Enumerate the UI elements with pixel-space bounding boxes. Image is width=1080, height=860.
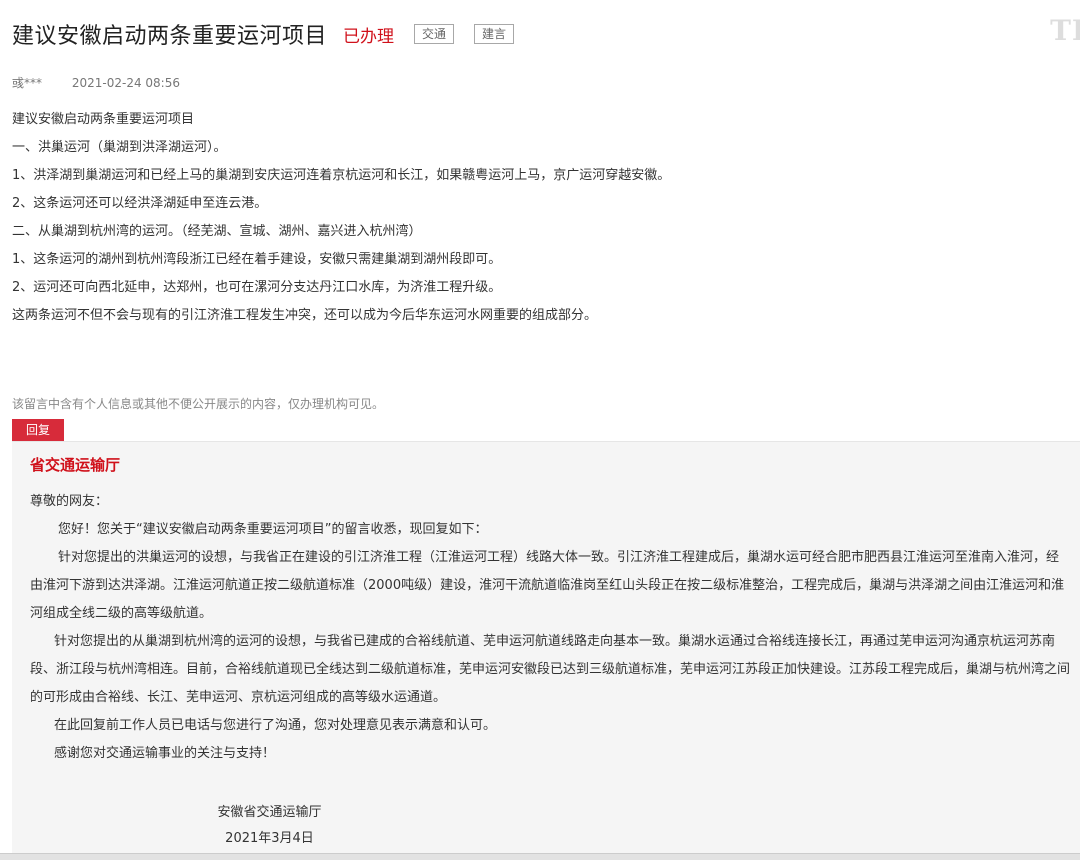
message-body: 建议安徽启动两条重要运河项目 一、洪巢运河（巢湖到洪泽湖运河）。 1、洪泽湖到巢… (12, 106, 1072, 330)
signature-organization: 安徽省交通运输厅 (217, 805, 322, 820)
message-paragraph: 2、运河还可向西北延申，达郑州，也可在漯河分支达丹江口水库，为济淮工程升级。 (12, 280, 502, 295)
reply-intro: 您好！您关于“建议安徽启动两条重要运河项目”的留言收悉，现回复如下： (58, 522, 488, 537)
reply-paragraph: 感谢您对交通运输事业的关注与支持！ (54, 746, 276, 761)
reply-panel: 省交通运输厅 尊敬的网友： 您好！您关于“建议安徽启动两条重要运河项目”的留言收… (12, 441, 1080, 860)
reply-paragraph: 针对您提出的从巢湖到杭州湾的运河的设想，与我省已建成的合裕线航道、芜申运河航道线… (30, 634, 1071, 705)
reply-paragraph: 针对您提出的洪巢运河的设想，与我省正在建设的引江济淮工程（江淮运河工程）线路大体… (30, 550, 1065, 621)
message-paragraph: 二、从巢湖到杭州湾的运河。（经芜湖、宣城、湖州、嘉兴进入杭州湾） (12, 224, 422, 239)
reply-signature: 安徽省交通运输厅 2021年3月4日 (212, 800, 327, 852)
post-date: 2021-02-24 08:56 (71, 76, 180, 90)
message-paragraph: 2、这条运河还可以经洪泽湖延申至连云港。 (12, 196, 268, 211)
message-meta: 彧*** 2021-02-24 08:56 (12, 74, 180, 91)
watermark: TI (1050, 14, 1080, 47)
page-title: 建议安徽启动两条重要运河项目 (12, 24, 328, 49)
reply-organization: 省交通运输厅 (30, 456, 121, 474)
author-name: 彧*** (12, 76, 43, 90)
reply-greeting: 尊敬的网友： (30, 494, 109, 509)
reply-paragraph: 在此回复前工作人员已电话与您进行了沟通，您对处理意见表示满意和认可。 (54, 718, 497, 733)
reply-tab[interactable]: 回复 (12, 419, 64, 441)
message-paragraph: 这两条运河不但不会与现有的引江济淮工程发生冲突，还可以成为今后华东运河水网重要的… (12, 308, 598, 323)
message-paragraph: 一、洪巢运河（巢湖到洪泽湖运河）。 (12, 140, 227, 155)
privacy-note: 该留言中含有个人信息或其他不便公开展示的内容，仅办理机构可见。 (12, 397, 385, 411)
message-header: 建议安徽启动两条重要运河项目 已办理 交通 建言 (12, 18, 515, 50)
tag-suggestion[interactable]: 建言 (474, 24, 515, 44)
message-paragraph: 1、洪泽湖到巢湖运河和已经上马的巢湖到安庆运河连着京杭运河和长江，如果赣粤运河上… (12, 168, 671, 183)
tag-traffic[interactable]: 交通 (414, 24, 455, 44)
reply-body: 尊敬的网友： 您好！您关于“建议安徽启动两条重要运河项目”的留言收悉，现回复如下… (30, 488, 1070, 768)
signature-date: 2021年3月4日 (225, 831, 314, 846)
message-paragraph: 1、这条运河的湖州到杭州湾段浙江已经在着手建设，安徽只需建巢湖到湖州段即可。 (12, 252, 502, 267)
message-paragraph: 建议安徽启动两条重要运河项目 (12, 112, 195, 127)
status-label: 已办理 (343, 26, 395, 47)
